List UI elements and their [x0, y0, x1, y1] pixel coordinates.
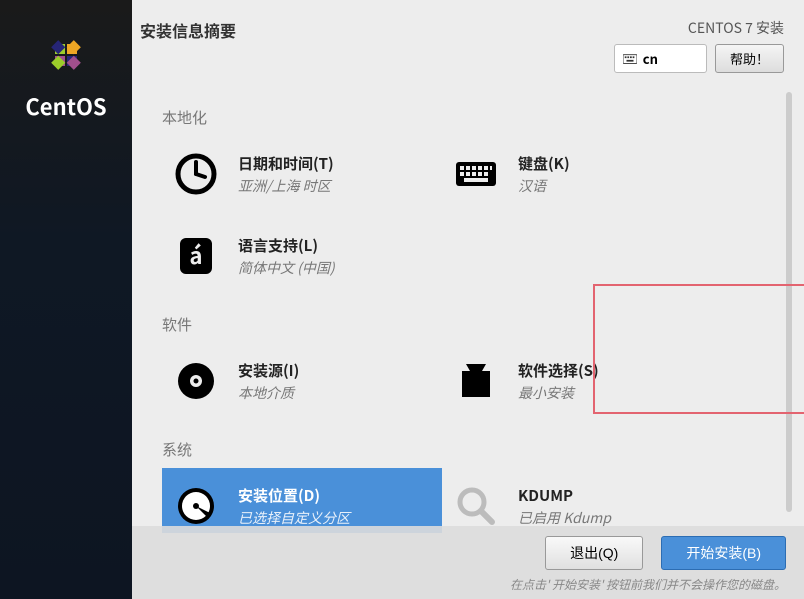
spoke-install-source-title: 安装源(I): [238, 360, 299, 381]
language-icon: á: [172, 232, 220, 280]
package-icon: [452, 357, 500, 405]
spoke-keyboard-title: 键盘(K): [518, 153, 570, 174]
spoke-datetime-status: 亚洲/上海 时区: [238, 176, 334, 196]
spoke-keyboard[interactable]: 键盘(K) 汉语: [442, 136, 722, 212]
svg-text:á: á: [189, 239, 202, 271]
bottom-hint: 在点击' 开始安装' 按钮前我们并不会操作您的磁盘。: [510, 576, 786, 593]
keyboard-layout-indicator[interactable]: cn: [614, 44, 707, 73]
spoke-install-destination-status: 已选择自定义分区: [238, 508, 350, 528]
section-localization-title: 本地化: [162, 107, 764, 128]
spoke-install-source-status: 本地介质: [238, 383, 299, 403]
spoke-install-destination[interactable]: 安装位置(D) 已选择自定义分区: [162, 468, 442, 533]
spoke-install-source[interactable]: 安装源(I) 本地介质: [162, 343, 442, 419]
section-system-title: 系统: [162, 439, 764, 460]
spoke-software-selection[interactable]: 软件选择(S) 最小安装: [442, 343, 722, 419]
spoke-kdump-status: 已启用 Kdump: [518, 508, 611, 528]
spoke-language-status: 简体中文 (中国): [238, 258, 335, 278]
disc-icon: [172, 357, 220, 405]
spoke-software-selection-title: 软件选择(S): [518, 360, 599, 381]
spoke-datetime-title: 日期和时间(T): [238, 153, 334, 174]
keyboard-large-icon: [452, 150, 500, 198]
spoke-datetime[interactable]: 日期和时间(T) 亚洲/上海 时区: [162, 136, 442, 212]
keyboard-icon: [623, 54, 637, 64]
spoke-install-destination-title: 安装位置(D): [238, 485, 350, 506]
spoke-language[interactable]: á 语言支持(L) 简体中文 (中国): [162, 218, 442, 294]
spoke-kdump[interactable]: KDUMP 已启用 Kdump: [442, 468, 722, 533]
page-title: 安装信息摘要: [140, 18, 236, 42]
spoke-language-title: 语言支持(L): [238, 235, 335, 256]
spoke-keyboard-status: 汉语: [518, 176, 570, 196]
centos-logo-icon: [41, 30, 91, 80]
keyboard-layout-text: cn: [643, 49, 658, 68]
clock-icon: [172, 150, 220, 198]
spoke-kdump-title: KDUMP: [518, 485, 611, 506]
help-button[interactable]: 帮助！: [715, 44, 784, 73]
section-software-title: 软件: [162, 314, 764, 335]
spoke-software-selection-status: 最小安装: [518, 383, 599, 403]
quit-button[interactable]: 退出(Q): [545, 536, 643, 570]
begin-install-button[interactable]: 开始安装(B): [661, 536, 786, 570]
hard-drive-icon: [172, 482, 220, 530]
install-label: CENTOS 7 安装: [688, 18, 784, 38]
brand-text: CentOS: [25, 90, 106, 122]
magnifier-icon: [452, 482, 500, 530]
